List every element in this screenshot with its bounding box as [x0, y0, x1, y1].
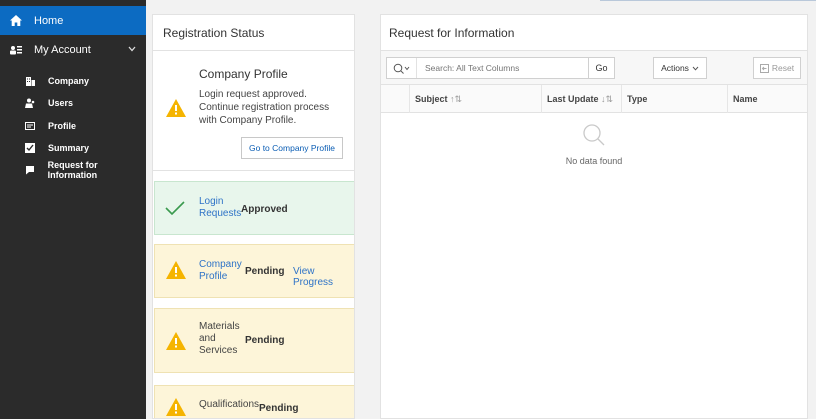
sidebar-item-summary[interactable]: Summary — [0, 138, 146, 158]
chevron-down-icon — [692, 66, 699, 71]
status-state: Pending — [259, 403, 299, 414]
account-icon — [10, 45, 24, 55]
warning-icon — [165, 98, 187, 123]
column-last-update[interactable]: Last Update ↓⇅ — [547, 94, 613, 105]
chevron-down-icon[interactable] — [128, 44, 136, 55]
status-label: Materials and Services — [199, 321, 240, 356]
report-toolbar: Go Actions Reset — [381, 51, 807, 85]
column-name[interactable]: Name — [733, 94, 758, 104]
users-icon — [24, 98, 36, 108]
search-column-dropdown[interactable] — [387, 58, 417, 78]
warning-icon — [165, 331, 187, 356]
registration-status-title: Registration Status — [153, 15, 354, 51]
nav-home-label: Home — [34, 14, 64, 27]
building-icon — [24, 76, 36, 86]
column-type[interactable]: Type — [627, 94, 647, 104]
view-progress-link[interactable]: View Progress — [293, 266, 354, 288]
sidebar-item-rfi[interactable]: Request for Information — [0, 160, 146, 180]
sidebar-item-label: Users — [48, 98, 74, 108]
id-card-icon — [24, 122, 36, 130]
rfi-panel: Request for Information Go Actions Reset… — [380, 14, 808, 419]
status-qualifications: Qualifications Pending — [154, 385, 354, 418]
status-state: Pending — [245, 335, 285, 346]
warning-icon — [165, 397, 187, 418]
sidebar-item-label: Summary — [48, 143, 90, 153]
report-column-headers: Subject ↑⇅ Last Update ↓⇅ Type Name — [381, 85, 807, 113]
sidebar: Home My Account Company Users Profile Su… — [0, 0, 146, 419]
status-state: Approved — [241, 204, 288, 215]
sidebar-item-label: Profile — [48, 121, 77, 131]
status-company-profile: Company Profile Pending View Progress — [154, 244, 354, 298]
status-state: Pending — [245, 266, 285, 277]
check-icon — [165, 200, 185, 221]
actions-menu-button[interactable]: Actions — [653, 57, 707, 79]
status-materials-and-services: Materials and Services Pending — [154, 308, 354, 373]
no-data-text: No data found — [565, 156, 623, 166]
sidebar-item-label: Request for Information — [47, 160, 98, 180]
nav-my-account[interactable]: My Account — [0, 39, 146, 61]
company-profile-card: Company Profile Login request approved. … — [153, 51, 354, 171]
sort-ascending-icon: ↑⇅ — [450, 94, 463, 104]
reset-button[interactable]: Reset — [753, 57, 801, 79]
search-field — [386, 57, 594, 79]
status-label[interactable]: Login Requests — [199, 196, 241, 220]
reset-icon — [759, 63, 769, 73]
sidebar-item-label: Company — [48, 76, 90, 86]
warning-icon — [165, 260, 187, 285]
sidebar-item-users[interactable]: Users — [0, 93, 146, 113]
nav-home[interactable]: Home — [0, 6, 146, 35]
search-input[interactable] — [417, 63, 567, 73]
column-subject[interactable]: Subject ↑⇅ — [415, 94, 462, 105]
reset-label: Reset — [771, 63, 795, 73]
company-profile-message: Login request approved. Continue registr… — [199, 89, 330, 126]
status-label[interactable]: Company Profile — [199, 259, 245, 283]
status-login-requests: Login Requests Approved — [154, 181, 354, 235]
registration-status-panel: Registration Status Company Profile Logi… — [152, 14, 355, 419]
rfi-title: Request for Information — [381, 15, 807, 51]
sidebar-item-company[interactable]: Company — [0, 71, 146, 91]
home-icon — [10, 15, 24, 26]
chat-icon — [24, 165, 36, 175]
search-icon — [531, 123, 657, 152]
status-label: Qualifications — [199, 399, 260, 410]
go-to-company-profile-button[interactable]: Go to Company Profile — [241, 137, 343, 159]
empty-state: No data found — [531, 123, 657, 166]
summary-icon — [24, 143, 36, 153]
top-accent-line — [600, 0, 816, 4]
sidebar-item-profile[interactable]: Profile — [0, 116, 146, 136]
actions-label: Actions — [661, 63, 689, 73]
go-button[interactable]: Go — [588, 57, 615, 79]
company-profile-title: Company Profile — [199, 67, 288, 81]
nav-my-account-label: My Account — [34, 44, 91, 56]
sort-descending-icon: ↓⇅ — [601, 94, 614, 104]
